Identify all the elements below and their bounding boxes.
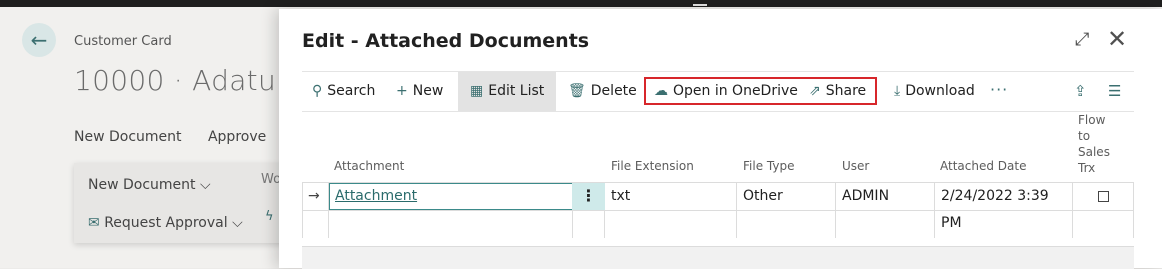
expand-icon[interactable]: ⤢ xyxy=(1075,29,1089,50)
row-actions-icon[interactable]: ⋮ xyxy=(572,183,605,210)
column-header-attachment[interactable]: Attachment xyxy=(334,159,404,173)
flow-header-line: to xyxy=(1078,129,1091,143)
submenu-request-approval[interactable]: ✉ Request Approval ⌵ xyxy=(88,215,243,231)
page-caption: Customer Card xyxy=(74,34,172,49)
action-approve[interactable]: Approve xyxy=(208,129,266,145)
trash-icon: 🗑 xyxy=(568,83,586,99)
search-label: Search xyxy=(327,83,376,99)
attached-documents-dialog: Edit - Attached Documents ⤢ ✕ ⚲ Search + N… xyxy=(279,9,1162,269)
empty-cell xyxy=(303,211,329,238)
new-button[interactable]: + New xyxy=(396,72,443,111)
flow-to-sales-trx-checkbox[interactable] xyxy=(1098,191,1109,202)
action-new-document[interactable]: New Document xyxy=(74,129,182,145)
open-in-onedrive-label: Open in OneDrive xyxy=(673,83,798,99)
cloud-icon: ☁ xyxy=(654,83,668,99)
submenu-new-document-label: New Document xyxy=(88,177,196,193)
delete-button[interactable]: 🗑 Delete xyxy=(568,72,637,111)
flash-icon: ϟ xyxy=(265,209,274,224)
submenu-new-document[interactable]: New Document ⌵ xyxy=(88,177,211,193)
flow-header-line: Flow xyxy=(1078,113,1106,127)
chevron-down-icon: ⌵ xyxy=(232,215,243,231)
edit-list-icon: ▦ xyxy=(470,83,484,99)
more-options-icon[interactable]: ··· xyxy=(990,72,1008,111)
user-cell: ADMIN xyxy=(836,183,935,210)
empty-cell xyxy=(737,211,836,238)
empty-cell xyxy=(573,211,605,238)
dialog-toolbar: ⚲ Search + New ▦ Edit List 🗑 Delete ☁ Open in… xyxy=(302,71,1134,112)
file-type-cell: Other xyxy=(737,183,836,210)
page-title: 10000 · Adatum xyxy=(74,64,304,97)
open-in-onedrive-button[interactable]: ☁ Open in OneDrive xyxy=(654,72,798,111)
column-header-file-extension[interactable]: File Extension xyxy=(611,159,694,173)
top-bar-marker xyxy=(693,4,707,6)
column-header-flow-to-sales-trx[interactable]: Flow to Sales Trx xyxy=(1078,112,1110,176)
empty-cell xyxy=(935,211,1073,238)
focused-cell-frame xyxy=(329,183,573,210)
share-icon: ⇗ xyxy=(809,83,821,99)
approval-icon: ✉ xyxy=(88,215,100,231)
file-extension-cell: txt xyxy=(605,183,737,210)
download-icon: ⤓ xyxy=(894,83,901,99)
table-row[interactable]: → Attachment ⋮ txt Other ADMIN 2/24/2022… xyxy=(302,182,1134,231)
back-arrow-icon[interactable]: ← xyxy=(22,23,56,57)
new-label: New xyxy=(412,83,444,99)
column-header-attached-date[interactable]: Attached Date xyxy=(940,159,1026,173)
share-page-icon[interactable]: ⇪ xyxy=(1074,72,1087,111)
action-bar: New Document Approve xyxy=(74,129,288,145)
grid-empty-area xyxy=(302,246,1134,269)
flow-header-line: Trx xyxy=(1078,161,1096,175)
empty-cell xyxy=(836,211,935,238)
row-pointer-icon: → xyxy=(303,183,329,210)
list-view-icon[interactable]: ☰ xyxy=(1108,72,1121,111)
close-icon[interactable]: ✕ xyxy=(1107,25,1127,53)
top-bar xyxy=(0,0,1162,7)
submenu-request-approval-label: Request Approval xyxy=(104,215,228,231)
plus-icon: + xyxy=(396,83,408,99)
delete-label: Delete xyxy=(590,83,637,99)
search-icon: ⚲ xyxy=(312,83,323,99)
download-label: Download xyxy=(905,83,975,99)
flow-header-line: Sales xyxy=(1078,145,1110,159)
edit-list-button[interactable]: ▦ Edit List xyxy=(458,72,557,111)
empty-cell xyxy=(605,211,737,238)
column-header-user[interactable]: User xyxy=(842,159,869,173)
column-header-file-type[interactable]: File Type xyxy=(743,159,794,173)
table-row-empty[interactable] xyxy=(302,210,1134,238)
share-button[interactable]: ⇗ Share xyxy=(809,72,866,111)
share-label: Share xyxy=(825,83,867,99)
attached-date-cell: 2/24/2022 3:39 PM xyxy=(935,183,1073,231)
dialog-title: Edit - Attached Documents xyxy=(302,30,590,52)
download-button[interactable]: ⤓ Download xyxy=(894,72,975,111)
search-button[interactable]: ⚲ Search xyxy=(312,72,375,111)
attachments-grid: Attachment File Extension File Type User… xyxy=(302,110,1134,269)
chevron-down-icon: ⌵ xyxy=(199,177,211,193)
empty-cell[interactable] xyxy=(329,211,573,238)
edit-list-label: Edit List xyxy=(488,83,545,99)
